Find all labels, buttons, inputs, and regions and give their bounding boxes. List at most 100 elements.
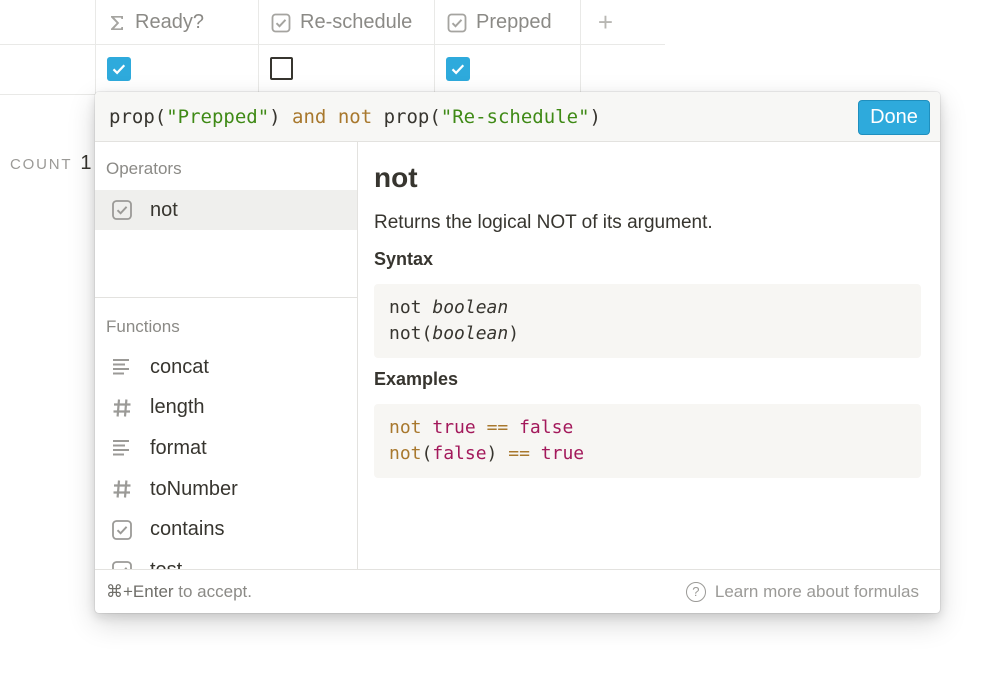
prepped-checkbox-checked[interactable] (446, 57, 470, 81)
formula-token: ) (269, 105, 293, 128)
cell-divider (258, 45, 259, 95)
cell-divider (580, 45, 581, 95)
check-icon (451, 64, 465, 75)
check-icon (112, 64, 126, 75)
ready-checkbox-checked[interactable] (107, 57, 131, 81)
code-token: true (540, 443, 585, 464)
formula-input[interactable]: prop("Prepped") and not prop("Re-schedul… (95, 92, 940, 142)
list-item-length[interactable]: length (95, 388, 357, 428)
formula-token: not (337, 105, 373, 128)
count-summary[interactable]: COUNT 1 (10, 152, 91, 175)
code-token: not (389, 417, 422, 438)
reschedule-checkbox-unchecked[interactable] (270, 57, 293, 80)
code-token: boolean (432, 297, 509, 318)
learn-more-link[interactable]: ? Learn more about formulas (685, 581, 919, 602)
code-line: not(false) == true (389, 441, 906, 467)
code-token: ( (421, 443, 433, 464)
code-token: == (508, 443, 530, 464)
help-circle-icon: ? (685, 581, 706, 602)
code-token: not (389, 297, 433, 318)
list-item-label: test (150, 559, 182, 569)
list-item-label: concat (150, 355, 209, 378)
checkbox-icon (111, 519, 133, 541)
text-lines-icon (111, 437, 133, 459)
list-item-not[interactable]: not (95, 190, 357, 230)
code-token: ) (486, 443, 509, 464)
syntax-heading: Syntax (374, 249, 434, 269)
column-header-ready[interactable]: Ready? (95, 0, 258, 45)
syntax-code-block: not boolean not(boolean) (374, 284, 921, 358)
list-item-label: format (150, 436, 207, 459)
section-divider (95, 297, 357, 298)
row-divider (0, 94, 95, 95)
formula-token: "Re-schedule" (440, 105, 590, 128)
shortcut-key: ⌘+Enter (106, 581, 174, 601)
code-line: not(boolean) (389, 321, 906, 347)
code-token: not( (389, 323, 433, 344)
documentation-pane: not Returns the logical NOT of its argum… (358, 142, 940, 569)
popup-footer: ⌘+Enter to accept. ? Learn more about fo… (95, 569, 940, 613)
column-header-prepped[interactable]: Prepped (434, 0, 580, 45)
column-header-label: Prepped (476, 11, 552, 33)
sigma-formula-icon (108, 14, 126, 32)
add-column-button[interactable]: + (580, 0, 630, 45)
learn-more-label: Learn more about formulas (714, 581, 919, 601)
hint-text: to accept. (173, 581, 252, 601)
column-header-label: Ready? (135, 11, 204, 33)
code-token: ) (508, 323, 520, 344)
list-item-label: length (150, 396, 205, 419)
hash-icon (111, 478, 133, 500)
checkbox-icon (111, 199, 133, 221)
list-item-label: toNumber (150, 477, 238, 500)
formula-editor-popup: prop("Prepped") and not prop("Re-schedul… (95, 92, 940, 613)
code-line: not boolean (389, 295, 906, 321)
column-header-reschedule[interactable]: Re-schedule (258, 0, 434, 45)
function-list[interactable]: Operators not Functions concat length form… (95, 142, 358, 569)
list-item-tonumber[interactable]: toNumber (95, 469, 357, 509)
formula-token: prop( (109, 105, 167, 128)
cell-divider (95, 45, 96, 95)
table-header-row: Ready? Re-schedule Prepped + (0, 0, 665, 45)
examples-code-block: not true == false not(false) == true (374, 404, 921, 478)
examples-heading: Examples (374, 369, 459, 389)
code-token: false (519, 417, 574, 438)
formula-token: and (292, 105, 327, 128)
code-token: true (432, 417, 476, 438)
code-line: not true == false (389, 415, 906, 441)
code-token: == (486, 417, 509, 438)
checkbox-property-icon (271, 13, 291, 33)
table-row (0, 45, 665, 95)
list-item-label: not (150, 198, 178, 221)
code-token: boolean (432, 323, 509, 344)
plus-icon: + (597, 7, 614, 37)
checkbox-property-icon (447, 13, 467, 33)
done-button[interactable]: Done (858, 100, 930, 135)
doc-title: not (374, 162, 418, 193)
functions-section-title: Functions (106, 317, 180, 336)
list-item-concat[interactable]: concat (95, 347, 357, 387)
count-value: 1 (80, 152, 92, 174)
text-lines-icon (111, 356, 133, 378)
column-header-label: Re-schedule (300, 11, 413, 33)
hash-icon (111, 397, 133, 419)
list-item-contains[interactable]: contains (95, 510, 357, 550)
list-item-format[interactable]: format (95, 428, 357, 468)
keyboard-hint: ⌘+Enter to accept. (106, 582, 252, 602)
formula-token (326, 106, 337, 128)
code-token: not (389, 443, 422, 464)
list-item-test[interactable]: test (95, 551, 357, 569)
list-item-label: contains (150, 518, 225, 541)
doc-description: Returns the logical NOT of its argument. (374, 212, 713, 233)
cell-divider (434, 45, 435, 95)
formula-token: prop( (372, 105, 441, 128)
count-label: COUNT (10, 156, 73, 173)
operators-section-title: Operators (106, 159, 182, 178)
checkbox-icon (111, 560, 133, 569)
formula-token: "Prepped" (166, 105, 270, 128)
formula-token: ) (589, 105, 601, 128)
code-token: false (432, 443, 487, 464)
